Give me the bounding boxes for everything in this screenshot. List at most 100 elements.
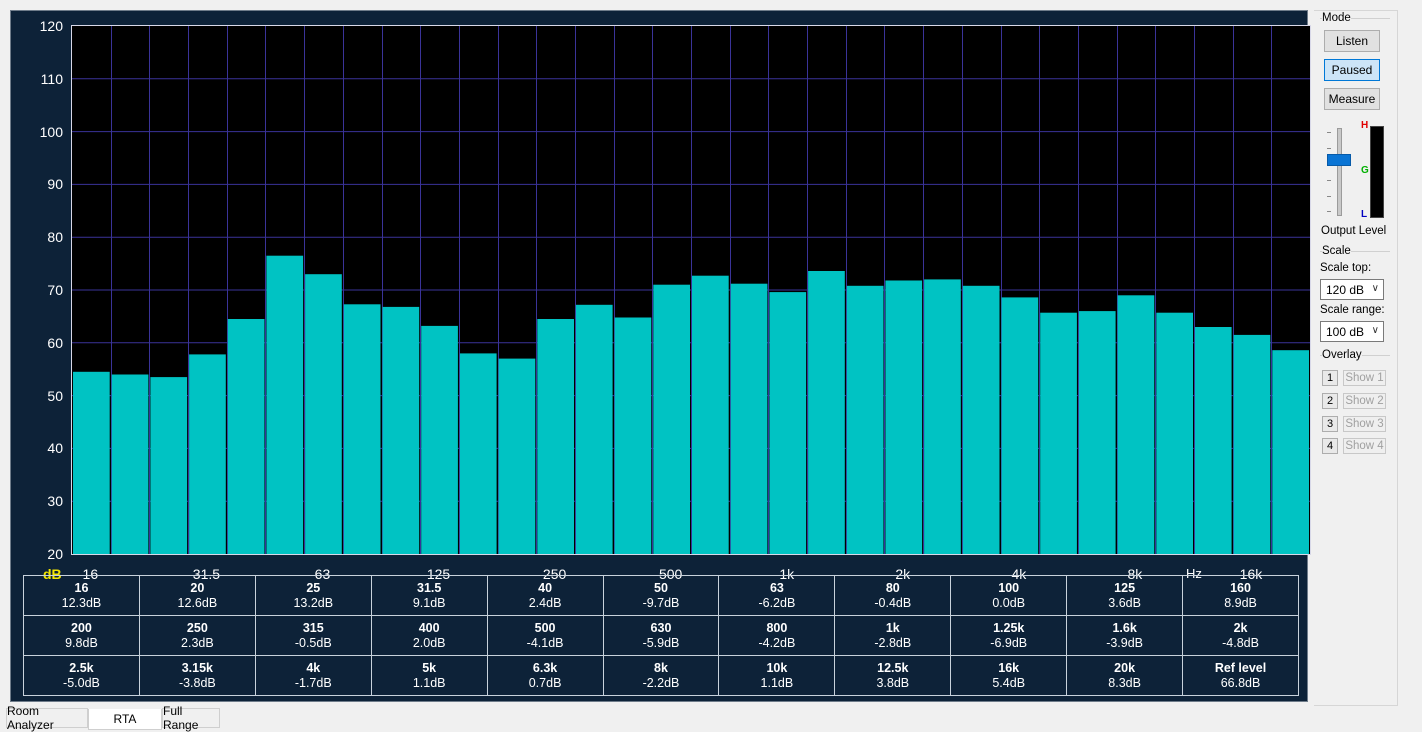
bar-20 — [111, 374, 149, 554]
band-label: 125 — [1114, 581, 1136, 595]
readout-cell: 400 2.0dB — [370, 615, 488, 656]
overlay-4-button[interactable]: 4 — [1322, 438, 1338, 454]
band-value: -4.8dB — [1222, 636, 1259, 650]
scale-top-value: 120 dB — [1326, 282, 1365, 297]
y-tick-label: 20 — [47, 546, 63, 562]
y-tick-label: 90 — [47, 176, 63, 193]
level-meter — [1370, 126, 1384, 218]
readout-cell: 10k 1.1dB — [718, 655, 836, 696]
bar-2.5k — [924, 279, 961, 554]
band-label: 31.5 — [417, 581, 442, 595]
chevron-down-icon: ∨ — [1371, 283, 1379, 294]
band-value: -3.8dB — [178, 676, 216, 690]
band-label: 8k — [654, 661, 668, 675]
band-value: 3.8dB — [876, 676, 910, 690]
show-overlay-3-button[interactable]: Show 3 — [1343, 416, 1386, 432]
show-overlay-4-button[interactable]: Show 4 — [1343, 438, 1386, 454]
scale-range-select[interactable]: 100 dB ∨ — [1320, 321, 1384, 342]
overlay-3-button[interactable]: 3 — [1322, 416, 1338, 432]
y-tick-label: 60 — [47, 334, 63, 351]
mode-group-title: Mode — [1322, 12, 1351, 24]
band-value: -5.0dB — [63, 676, 100, 690]
show-overlay-2-button[interactable]: Show 2 — [1343, 393, 1386, 409]
bar-250 — [537, 319, 574, 554]
band-value: 2.3dB — [181, 636, 214, 650]
readout-cell: 31.5 9.1dB — [370, 575, 488, 616]
bar-80 — [343, 304, 381, 554]
meter-high-label: H — [1361, 120, 1369, 131]
bar-100 — [382, 306, 420, 554]
readout-cell: 1.25k -6.9dB — [950, 615, 1068, 656]
band-value: 1.1dB — [760, 676, 794, 690]
listen-button[interactable]: Listen — [1324, 30, 1380, 52]
band-label: 50 — [654, 581, 668, 595]
y-tick-label: 40 — [47, 440, 63, 457]
bar-63 — [305, 274, 342, 554]
band-value: 5.4dB — [992, 676, 1026, 690]
band-label: 80 — [885, 581, 900, 595]
band-value: 9.8dB — [65, 636, 98, 650]
band-label: 4k — [306, 661, 321, 675]
band-value: -6.9dB — [990, 636, 1028, 650]
readout-cell: 1k -2.8dB — [834, 615, 952, 656]
readout-cell: 800 -4.2dB — [718, 615, 836, 656]
bar-1.25k — [808, 271, 845, 554]
scale-top-select[interactable]: 120 dB ∨ — [1320, 279, 1384, 300]
readout-cell: 4k -1.7dB — [254, 655, 372, 696]
output-level-slider-thumb[interactable] — [1327, 154, 1351, 166]
meter-good-label: G — [1361, 165, 1369, 176]
band-label: 315 — [302, 621, 324, 635]
band-label: 20 — [190, 581, 205, 595]
paused-button[interactable]: Paused — [1324, 59, 1380, 81]
bar-630 — [692, 275, 729, 554]
y-tick-label: 100 — [39, 123, 63, 140]
show-overlay-1-button[interactable]: Show 1 — [1343, 370, 1386, 386]
bar-1k — [769, 292, 807, 554]
bar-800 — [730, 283, 768, 554]
readout-cell: Ref level 66.8dB — [1182, 655, 1299, 696]
bar-25 — [150, 377, 188, 554]
overlay-1-button[interactable]: 1 — [1322, 370, 1338, 386]
band-label: 12.5k — [877, 661, 909, 675]
band-label: 100 — [998, 581, 1020, 595]
band-value: 66.8dB — [1220, 676, 1261, 690]
readout-cell: 6.3k 0.7dB — [486, 655, 604, 696]
readout-cell: 100 0.0dB — [950, 575, 1068, 616]
tab-room-analyzer[interactable]: Room Analyzer — [6, 704, 88, 732]
readout-cell: 16k 5.4dB — [950, 655, 1068, 696]
readout-row: 16 12.3dB 20 12.6dB 25 13.2dB 31.5 9.1dB 40 2.4dB… — [23, 575, 1299, 616]
measure-button[interactable]: Measure — [1324, 88, 1380, 110]
y-tick-label: 30 — [47, 493, 63, 510]
band-value: 8.3dB — [1108, 676, 1141, 690]
bar-3.15k — [962, 285, 1000, 554]
band-value: -1.7dB — [294, 676, 332, 690]
band-label: 6.3k — [532, 661, 558, 675]
bar-10k — [1156, 312, 1193, 554]
bar-1.6k — [846, 285, 884, 554]
band-label: 2.5k — [69, 661, 94, 675]
tab-rta[interactable]: RTA — [88, 709, 162, 730]
band-value: 0.7dB — [528, 676, 562, 690]
y-tick-label: 120 — [39, 18, 63, 34]
overlay-group-title: Overlay — [1322, 349, 1362, 361]
readout-cell: 250 2.3dB — [138, 615, 256, 656]
readout-cell: 63 -6.2dB — [718, 575, 836, 616]
tab-full-range[interactable]: Full Range — [162, 704, 220, 732]
readout-cell: 5k 1.1dB — [370, 655, 488, 696]
band-value: -2.8dB — [874, 636, 912, 650]
readout-cell: 200 9.8dB — [23, 615, 140, 656]
readout-cell: 2k -4.8dB — [1182, 615, 1299, 656]
readout-cell: 160 8.9dB — [1182, 575, 1299, 616]
output-level-slider-track[interactable] — [1337, 128, 1342, 216]
readout-cell: 20 12.6dB — [138, 575, 256, 616]
readout-cell: 50 -9.7dB — [602, 575, 720, 616]
band-value: 9.1dB — [412, 596, 446, 610]
band-value: 1.1dB — [412, 676, 446, 690]
band-label: 2k — [1233, 621, 1248, 635]
bar-4k — [1001, 297, 1039, 554]
band-value: 12.3dB — [61, 596, 102, 610]
overlay-2-button[interactable]: 2 — [1322, 393, 1338, 409]
band-label: 3.15k — [181, 661, 213, 675]
band-label: 160 — [1230, 581, 1251, 595]
band-value: 13.2dB — [293, 596, 334, 610]
